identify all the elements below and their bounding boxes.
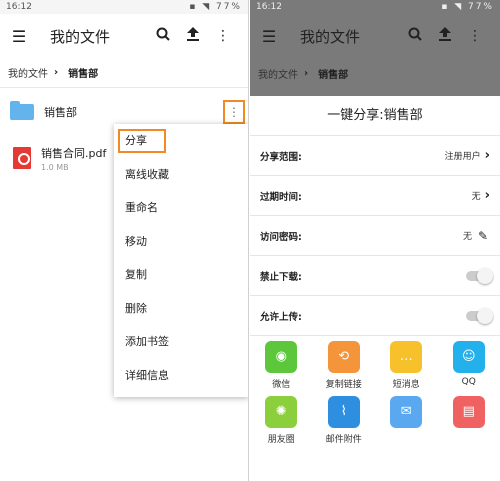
mail-icon: ✉ (390, 396, 423, 428)
qq-icon: ☺ (452, 341, 485, 373)
wechat-icon: ◉ (265, 341, 298, 373)
paperclip-icon: ⌇ (327, 396, 360, 428)
battery-level: 77% (215, 2, 242, 12)
status-icons: ▪ ◥ 77% (189, 2, 242, 12)
menu-item-delete[interactable]: 删除 (114, 292, 248, 326)
page-title: 我的文件 (300, 27, 361, 46)
share-target[interactable]: ⌇ 邮件附件 (313, 396, 376, 445)
breadcrumb-root: 我的文件 (258, 69, 298, 81)
setting-label: 分享范围: (260, 151, 302, 163)
link-icon: ⟲ (327, 341, 360, 373)
share-target[interactable]: ☺ QQ (438, 341, 500, 390)
search-icon (400, 27, 430, 45)
status-bar: 16:12 ▪ ◥ 77% (250, 0, 500, 14)
setting-label: 允许上传: (260, 311, 302, 323)
share-target[interactable]: ✺ 朋友圈 (250, 396, 313, 445)
menu-item-share[interactable]: 分享 (114, 124, 248, 158)
status-icons: ▪ ◥ 77% (441, 2, 494, 12)
share-scope-row[interactable]: 分享范围: 注册用户 › (250, 136, 500, 176)
status-time: 16:12 (6, 2, 32, 12)
chevron-right-icon: › (484, 148, 490, 163)
menu-item-offline[interactable]: 离线收藏 (114, 158, 248, 192)
overflow-menu-icon: ⋮ (468, 28, 482, 44)
menu-item-details[interactable]: 详细信息 (114, 359, 248, 393)
battery-level: 77% (467, 2, 494, 12)
upload-icon (430, 27, 460, 45)
share-target[interactable]: ◉ 微信 (250, 341, 313, 390)
breadcrumb-root[interactable]: 我的文件 (8, 65, 48, 80)
setting-label: 禁止下载: (260, 271, 302, 283)
search-icon[interactable] (148, 27, 178, 45)
context-menu: 分享 离线收藏 重命名 移动 复制 删除 添加书签 详细信息 (114, 124, 248, 397)
app-bar: ☰ 我的文件 ⋮ (0, 14, 248, 58)
file-size: 1.0 MB (41, 162, 69, 172)
edit-pencil-icon[interactable]: ✎ (476, 229, 490, 243)
share-target[interactable]: ▤ (438, 396, 500, 445)
hamburger-menu-icon[interactable]: ☰ (10, 27, 28, 46)
menu-item-move[interactable]: 移动 (114, 225, 248, 259)
chevron-right-icon: › (304, 67, 309, 79)
share-target[interactable]: ✉ (375, 396, 438, 445)
status-bar: 16:12 ▪ ◥ 77% (0, 0, 248, 14)
file-name: 销售部 (44, 106, 77, 119)
status-time: 16:12 (256, 2, 282, 12)
password-row[interactable]: 访问密码: 无 ✎ (250, 216, 500, 256)
setting-value: 注册用户 (444, 152, 481, 162)
setting-label: 过期时间: (260, 191, 302, 203)
disable-download-row: 禁止下载: (250, 256, 500, 296)
share-target[interactable]: ⟲ 复制链接 (313, 341, 376, 390)
share-sheet: 一键分享:销售部 分享范围: 注册用户 › 过期时间: 无 › 访问密码: 无 … (250, 96, 500, 481)
breadcrumb: 我的文件 › 销售部 (0, 58, 248, 88)
menu-item-bookmark[interactable]: 添加书签 (114, 325, 248, 359)
share-target-label: 朋友圈 (267, 435, 295, 445)
allow-upload-row: 允许上传: (250, 296, 500, 336)
share-target-label: 短消息 (392, 380, 420, 390)
setting-value: 无 (462, 232, 472, 242)
expiry-row[interactable]: 过期时间: 无 › (250, 176, 500, 216)
share-targets: ◉ 微信 ⟲ 复制链接 … 短消息 ☺ QQ ✺ 朋友圈 ⌇ 邮件附件 ✉ ▤ (250, 341, 500, 445)
folder-icon (10, 101, 34, 120)
file-name: 销售合同.pdf (41, 146, 107, 160)
share-title: 一键分享:销售部 (250, 96, 500, 136)
breadcrumb-current: 销售部 (318, 69, 349, 81)
highlight-box (118, 129, 166, 153)
menu-item-rename[interactable]: 重命名 (114, 191, 248, 225)
share-target-label: QQ (461, 377, 476, 387)
page-title: 我的文件 (50, 27, 111, 46)
moments-icon: ✺ (265, 396, 298, 428)
pdf-file-icon (13, 147, 31, 169)
share-target-label: 复制链接 (325, 380, 362, 390)
setting-label: 访问密码: (260, 231, 302, 243)
share-panel: 16:12 ▪ ◥ 77% ☰ 我的文件 ⋮ 我的文件 › 销售部 一键分享:销… (250, 0, 500, 481)
setting-value: 无 (471, 192, 481, 202)
overflow-menu-icon[interactable]: ⋮ (208, 28, 238, 44)
chevron-right-icon: › (484, 188, 490, 203)
share-target[interactable]: … 短消息 (375, 341, 438, 390)
chevron-right-icon: › (54, 67, 59, 78)
dimmed-header: 16:12 ▪ ◥ 77% ☰ 我的文件 ⋮ 我的文件 › 销售部 (250, 0, 500, 96)
menu-item-copy[interactable]: 复制 (114, 258, 248, 292)
share-target-label: 邮件附件 (325, 435, 362, 445)
allow-upload-toggle[interactable] (466, 307, 493, 324)
note-icon: ▤ (452, 396, 485, 428)
file-browser-panel: 16:12 ▪ ◥ 77% ☰ 我的文件 ⋮ 我的文件 › 销售部 销售部 ⋮ … (0, 0, 249, 481)
breadcrumb-current: 销售部 (68, 69, 99, 80)
app-bar: ☰ 我的文件 ⋮ (250, 14, 500, 58)
share-target-label: 微信 (272, 380, 291, 390)
upload-icon[interactable] (178, 27, 208, 45)
message-icon: … (390, 341, 423, 373)
hamburger-menu-icon: ☰ (261, 26, 277, 46)
disable-download-toggle[interactable] (466, 267, 493, 284)
item-more-button[interactable]: ⋮ (223, 100, 245, 124)
breadcrumb: 我的文件 › 销售部 (250, 58, 500, 88)
